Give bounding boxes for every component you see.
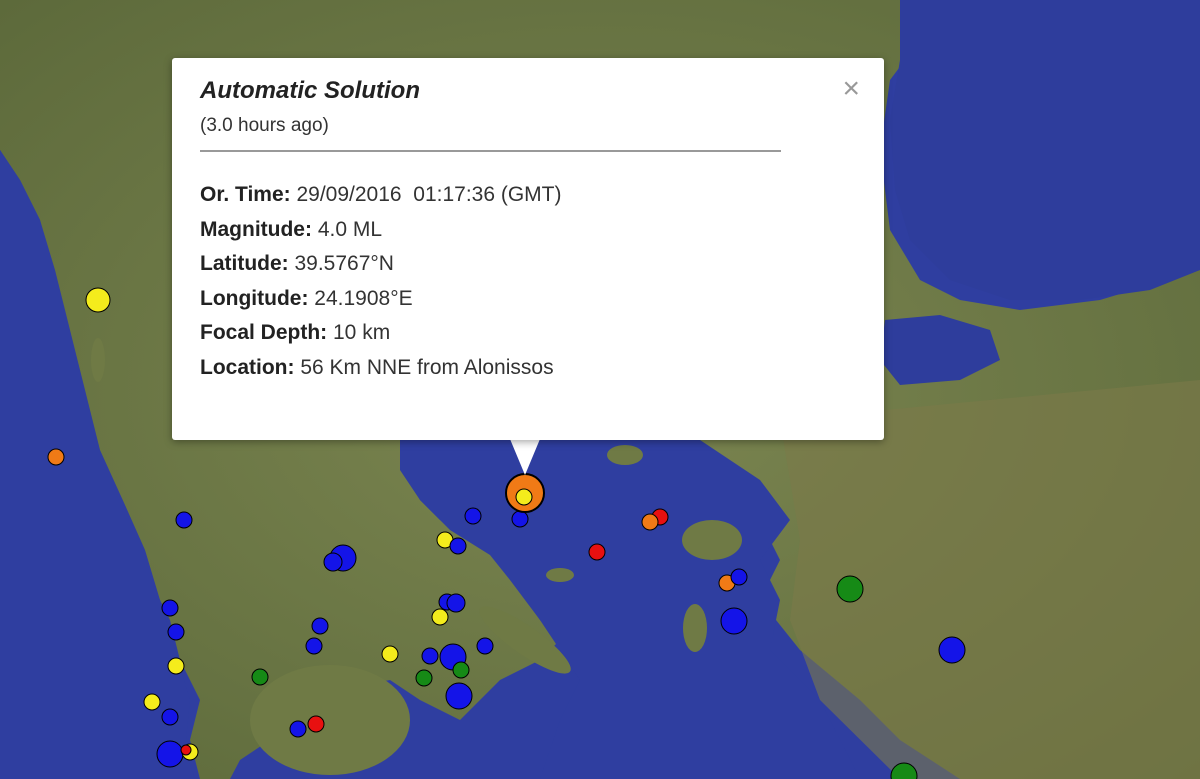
earthquake-marker-yellow[interactable] (431, 608, 449, 626)
earthquake-marker-green[interactable] (452, 661, 470, 679)
detail-focal-depth: Focal Depth: 10 km (200, 316, 856, 351)
detail-latitude: Latitude: 39.5767°N (200, 247, 856, 282)
earthquake-marker-blue[interactable] (730, 568, 748, 586)
earthquake-marker-blue[interactable] (476, 637, 494, 655)
earthquake-marker-blue[interactable] (175, 511, 193, 529)
detail-value: 24.1908°E (308, 286, 413, 310)
detail-value: 39.5767°N (288, 252, 394, 275)
earthquake-marker-blue[interactable] (305, 637, 323, 655)
detail-label: Location: (200, 355, 295, 379)
earthquake-marker-blue[interactable] (938, 636, 966, 664)
island-corfu (91, 338, 105, 382)
earthquake-marker-yellow[interactable] (143, 693, 161, 711)
island-lemnos (607, 445, 643, 465)
detail-value: 10 km (327, 321, 391, 344)
detail-location: Location: 56 Km NNE from Alonissos (200, 351, 856, 386)
detail-label: Latitude: (200, 252, 289, 275)
island-peloponnese (250, 665, 410, 775)
close-icon[interactable]: × (842, 74, 860, 104)
earthquake-marker-red[interactable] (180, 744, 192, 756)
earthquake-marker-blue[interactable] (167, 623, 185, 641)
detail-origin-time: Or. Time: 29/09/2016 01:17:36 (GMT) (200, 178, 856, 213)
detail-longitude: Longitude: 24.1908°E (200, 282, 856, 317)
detail-value: 56 Km NNE from Alonissos (294, 355, 554, 379)
event-details: Or. Time: 29/09/2016 01:17:36 (GMT) Magn… (200, 178, 856, 385)
earthquake-marker-green[interactable] (251, 668, 269, 686)
black-sea (890, 0, 1200, 300)
earthquake-marker-blue[interactable] (421, 647, 439, 665)
earthquake-marker-yellow[interactable] (515, 488, 533, 506)
popup-title: Automatic Solution (200, 77, 420, 104)
earthquake-marker-yellow[interactable] (167, 657, 185, 675)
earthquake-marker-blue[interactable] (445, 682, 473, 710)
detail-value: 4.0 ML (311, 217, 383, 241)
island-lesbos (682, 520, 742, 560)
earthquake-marker-blue[interactable] (289, 720, 307, 738)
earthquake-marker-yellow[interactable] (381, 645, 399, 663)
earthquake-marker-red[interactable] (307, 715, 325, 733)
detail-label: Longitude: (200, 286, 309, 310)
detail-label: Focal Depth: (200, 321, 328, 344)
detail-label: Or. Time: (200, 183, 291, 206)
popup-tail (510, 439, 540, 475)
popup-divider (200, 150, 781, 152)
event-age: (3.0 hours ago) (200, 115, 329, 136)
earthquake-marker-blue[interactable] (323, 552, 343, 572)
earthquake-marker-red[interactable] (588, 543, 606, 561)
detail-magnitude: Magnitude: 4.0 ML (200, 213, 856, 248)
earthquake-marker-blue[interactable] (156, 740, 184, 768)
earthquake-marker-blue[interactable] (720, 607, 748, 635)
earthquake-marker-blue[interactable] (511, 510, 529, 528)
event-info-popup: × Automatic Solution (3.0 hours ago) Or.… (172, 58, 884, 440)
earthquake-marker-yellow[interactable] (85, 287, 111, 313)
island-skyros (546, 568, 574, 582)
earthquake-marker-blue[interactable] (446, 593, 466, 613)
detail-label: Magnitude: (200, 217, 312, 241)
earthquake-marker-blue[interactable] (161, 708, 179, 726)
earthquake-marker-green[interactable] (836, 575, 864, 603)
earthquake-marker-blue[interactable] (464, 507, 482, 525)
earthquake-marker-blue[interactable] (449, 537, 467, 555)
island-chios (683, 604, 707, 652)
earthquake-marker-green[interactable] (415, 669, 433, 687)
detail-value: 29/09/2016 01:17:36 (GMT) (290, 183, 562, 206)
earthquake-marker-orange[interactable] (47, 448, 65, 466)
earthquake-marker-blue[interactable] (311, 617, 329, 635)
earthquake-marker-orange[interactable] (641, 513, 659, 531)
earthquake-marker-blue[interactable] (161, 599, 179, 617)
